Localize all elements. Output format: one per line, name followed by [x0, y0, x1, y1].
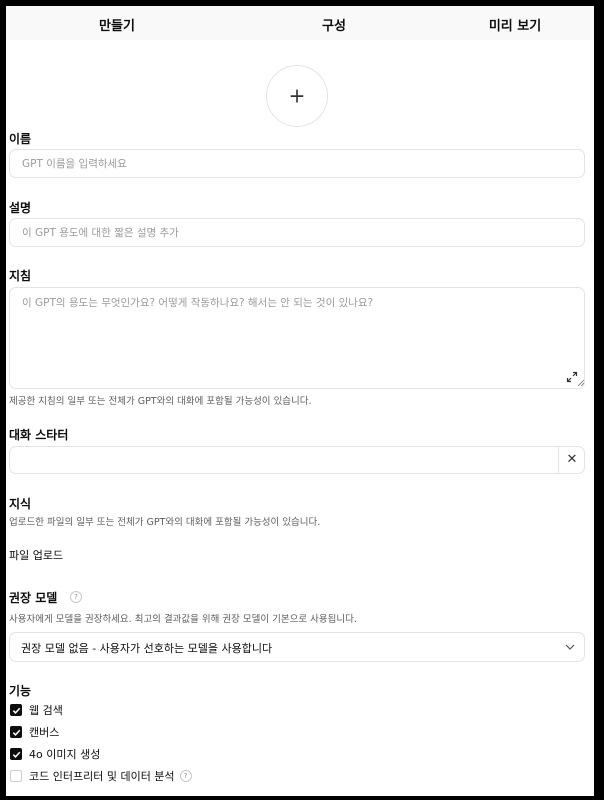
capability-label: 4o 이미지 생성 — [29, 748, 101, 761]
clear-starter-button[interactable]: ✕ — [558, 446, 585, 473]
check-icon — [12, 751, 20, 758]
check-icon — [12, 707, 20, 714]
recommended-model-value: 권장 모델 없음 - 사용자가 선호하는 모델을 사용합니다 — [21, 642, 273, 655]
close-icon: ✕ — [566, 452, 578, 467]
plus-icon: + — [288, 83, 306, 108]
instructions-help-text: 제공한 지침의 일부 또는 전체가 GPT와의 대화에 포함될 가능성이 있습니… — [9, 396, 312, 407]
capabilities-label: 기능 — [9, 684, 32, 698]
chevron-down-icon — [565, 644, 575, 650]
check-icon — [12, 729, 20, 736]
help-icon[interactable]: ? — [179, 770, 192, 782]
recommended-model-help-text: 사용자에게 모델을 권장하세요. 최고의 결과값을 위해 권장 모델이 기본으로… — [9, 614, 357, 625]
description-label: 설명 — [9, 201, 32, 215]
avatar-upload-button[interactable]: + — [266, 65, 328, 127]
instructions-textarea[interactable] — [9, 287, 585, 389]
tab-bar: 만들기 구성 미리 보기 — [6, 6, 594, 40]
capability-web-search[interactable]: 웹 검색 — [10, 701, 63, 719]
checkbox-checked[interactable] — [10, 704, 22, 716]
resize-handle-icon[interactable] — [578, 380, 584, 386]
name-input[interactable] — [9, 149, 585, 178]
capability-label: 웹 검색 — [29, 704, 63, 717]
conversation-starters-label: 대화 스타터 — [9, 428, 69, 442]
tab-configure[interactable]: 구성 — [322, 15, 346, 34]
description-input[interactable] — [9, 218, 585, 247]
name-label: 이름 — [9, 132, 32, 146]
tab-create[interactable]: 만들기 — [99, 15, 135, 34]
gpt-editor-panel: 만들기 구성 미리 보기 + 이름 설명 지침 제공한 지침의 일부 또는 전체… — [6, 6, 594, 796]
expand-icon[interactable] — [566, 371, 578, 383]
recommended-model-label: 권장 모델 — [9, 591, 58, 605]
capability-canvas[interactable]: 캔버스 — [10, 723, 59, 741]
help-icon[interactable]: ? — [70, 591, 82, 603]
checkbox-checked[interactable] — [10, 748, 22, 760]
knowledge-label: 지식 — [9, 497, 32, 511]
instructions-label: 지침 — [9, 269, 32, 283]
conversation-starter-input[interactable] — [9, 446, 585, 474]
checkbox-unchecked[interactable] — [10, 770, 22, 782]
capability-code-interpreter[interactable]: 코드 인터프리터 및 데이터 분석 ? — [10, 767, 192, 785]
upload-files-button[interactable]: 파일 업로드 — [9, 547, 63, 563]
capability-label: 캔버스 — [29, 726, 60, 739]
knowledge-help-text: 업로드한 파일의 일부 또는 전체가 GPT와의 대화에 포함될 가능성이 있습… — [9, 517, 321, 528]
capability-label: 코드 인터프리터 및 데이터 분석 — [29, 770, 175, 783]
recommended-model-select[interactable]: 권장 모델 없음 - 사용자가 선호하는 모델을 사용합니다 — [9, 632, 585, 662]
capability-image-generation[interactable]: 4o 이미지 생성 — [10, 745, 100, 763]
tab-preview[interactable]: 미리 보기 — [489, 15, 541, 34]
checkbox-checked[interactable] — [10, 726, 22, 738]
